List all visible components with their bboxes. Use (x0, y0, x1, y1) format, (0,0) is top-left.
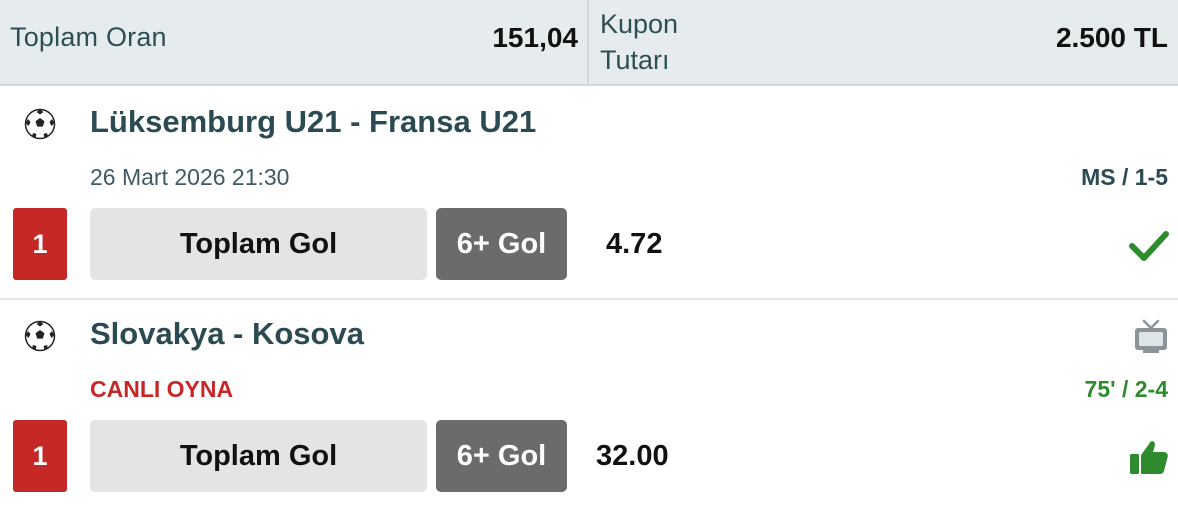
match-title[interactable]: Slovakya - Kosova (90, 316, 364, 352)
coupon-amount-label: Kupon Tutarı (600, 9, 679, 75)
match-card[interactable]: Lüksemburg U21 - Fransa U21 26 Mart 2026… (0, 88, 1178, 298)
total-odds-label: Toplam Oran (10, 22, 167, 52)
total-odds-value: 151,04 (492, 22, 578, 53)
coupon-amount-value: 2.500 TL (1055, 22, 1168, 53)
market-button[interactable]: Toplam Gol (90, 208, 427, 280)
selection-row: 1 Toplam Gol 6+ Gol 32.00 (0, 420, 1178, 492)
selection-odds: 32.00 (596, 439, 669, 472)
selection-odds: 4.72 (606, 227, 663, 260)
live-play-link[interactable]: CANLI OYNA (90, 376, 233, 403)
match-score: MS / 1-5 (1081, 164, 1168, 190)
pick-button[interactable]: 6+ Gol (436, 208, 567, 280)
soccer-ball-icon (24, 320, 56, 352)
coupon-summary-header: Toplam Oran 151,04 Kupon Tutarı 2.500 TL (0, 0, 1178, 86)
thumbs-up-icon (1130, 441, 1168, 474)
match-title[interactable]: Lüksemburg U21 - Fransa U21 (90, 104, 536, 140)
header-divider (587, 0, 589, 86)
soccer-ball-icon (24, 108, 56, 140)
tv-icon[interactable] (1132, 318, 1170, 356)
selection-number-badge: 1 (13, 208, 67, 280)
selection-number-badge: 1 (13, 420, 67, 492)
check-icon (1129, 231, 1169, 261)
match-datetime: 26 Mart 2026 21:30 (90, 164, 290, 190)
selection-row: 1 Toplam Gol 6+ Gol 4.72 (0, 208, 1178, 280)
market-button[interactable]: Toplam Gol (90, 420, 427, 492)
live-score: 75' / 2-4 (1084, 376, 1168, 402)
pick-button[interactable]: 6+ Gol (436, 420, 567, 492)
match-card[interactable]: Slovakya - Kosova CANLI OYNA 75' / 2-4 1… (0, 300, 1178, 510)
